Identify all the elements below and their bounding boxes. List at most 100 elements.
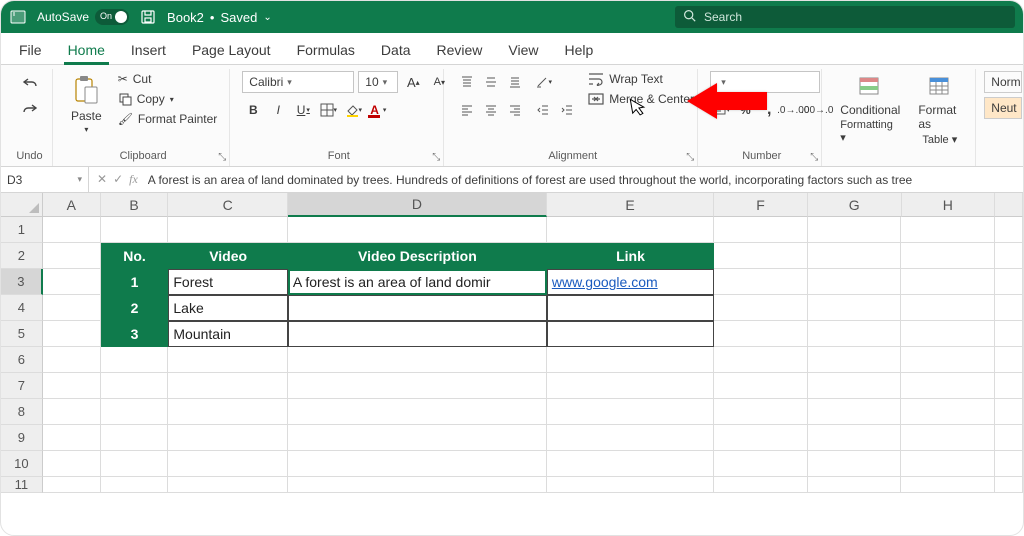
decrease-font-button[interactable]: A▾ bbox=[428, 71, 450, 93]
align-middle-button[interactable] bbox=[480, 71, 502, 93]
cell[interactable] bbox=[43, 373, 101, 399]
clipboard-launcher[interactable]: ⤡ bbox=[218, 152, 226, 163]
autosave-toggle[interactable]: AutoSave On bbox=[37, 9, 129, 25]
cell[interactable] bbox=[714, 217, 808, 243]
tab-insert[interactable]: Insert bbox=[127, 36, 170, 64]
cell[interactable] bbox=[43, 477, 101, 493]
name-box[interactable]: D3 ▾ bbox=[1, 167, 89, 192]
italic-button[interactable]: I bbox=[267, 99, 289, 121]
cell[interactable] bbox=[288, 451, 547, 477]
copy-button[interactable]: Copy▾ bbox=[114, 91, 222, 107]
table-header-no[interactable]: No. bbox=[101, 243, 169, 269]
cell[interactable] bbox=[714, 399, 808, 425]
cell[interactable] bbox=[288, 477, 547, 493]
paste-button[interactable]: Paste ▾ bbox=[65, 71, 108, 138]
cell[interactable] bbox=[901, 269, 995, 295]
col-header-b[interactable]: B bbox=[101, 193, 169, 217]
cell[interactable] bbox=[101, 451, 169, 477]
align-left-button[interactable] bbox=[456, 99, 478, 121]
row-header[interactable]: 3 bbox=[1, 269, 43, 295]
font-color-button[interactable]: A▾ bbox=[367, 99, 389, 121]
align-right-button[interactable] bbox=[504, 99, 526, 121]
cell[interactable] bbox=[714, 477, 808, 493]
spreadsheet-grid[interactable]: A B C D E F G H 1 2 No. Video Video Desc… bbox=[1, 193, 1023, 493]
cell[interactable] bbox=[288, 373, 547, 399]
cell[interactable] bbox=[168, 217, 288, 243]
row-header[interactable]: 1 bbox=[1, 217, 43, 243]
alignment-launcher[interactable]: ⤡ bbox=[686, 152, 694, 163]
cell[interactable] bbox=[901, 347, 995, 373]
conditional-formatting-button[interactable]: Conditional Formatting ▾ bbox=[834, 71, 906, 148]
cell[interactable] bbox=[901, 217, 995, 243]
cell[interactable] bbox=[547, 399, 714, 425]
col-header-g[interactable]: G bbox=[808, 193, 902, 217]
cell[interactable] bbox=[808, 217, 902, 243]
cell[interactable] bbox=[547, 373, 714, 399]
increase-indent-button[interactable] bbox=[556, 99, 578, 121]
cell[interactable] bbox=[995, 373, 1023, 399]
cell[interactable] bbox=[288, 399, 547, 425]
cell[interactable] bbox=[808, 347, 902, 373]
save-icon[interactable] bbox=[139, 8, 157, 26]
font-size-combo[interactable]: 10▾ bbox=[358, 71, 398, 93]
col-header-h[interactable]: H bbox=[902, 193, 996, 217]
cell[interactable] bbox=[808, 269, 902, 295]
cell[interactable] bbox=[901, 477, 995, 493]
cell[interactable] bbox=[714, 269, 808, 295]
cell[interactable] bbox=[714, 373, 808, 399]
cell[interactable] bbox=[43, 243, 101, 269]
table-cell[interactable] bbox=[288, 295, 547, 321]
table-cell[interactable]: www.google.com bbox=[547, 269, 714, 295]
formula-text[interactable]: A forest is an area of land dominated by… bbox=[148, 173, 1015, 187]
decrease-indent-button[interactable] bbox=[532, 99, 554, 121]
cell[interactable] bbox=[714, 321, 808, 347]
bold-button[interactable]: B bbox=[242, 99, 264, 121]
cell[interactable] bbox=[168, 451, 288, 477]
align-top-button[interactable] bbox=[456, 71, 478, 93]
cell[interactable] bbox=[288, 347, 547, 373]
cell[interactable] bbox=[808, 477, 902, 493]
cell[interactable] bbox=[995, 399, 1023, 425]
cell[interactable] bbox=[901, 425, 995, 451]
cell[interactable] bbox=[43, 321, 101, 347]
cell[interactable] bbox=[995, 295, 1023, 321]
cell[interactable] bbox=[808, 451, 902, 477]
cell[interactable] bbox=[288, 217, 547, 243]
cell[interactable] bbox=[43, 451, 101, 477]
col-header-d[interactable]: D bbox=[288, 193, 547, 217]
cell[interactable] bbox=[168, 425, 288, 451]
tab-file[interactable]: File bbox=[15, 36, 46, 64]
cell[interactable] bbox=[43, 347, 101, 373]
cut-button[interactable]: ✂Cut bbox=[114, 71, 222, 87]
cell[interactable] bbox=[101, 373, 169, 399]
tab-data[interactable]: Data bbox=[377, 36, 415, 64]
table-cell[interactable]: A forest is an area of land domir bbox=[288, 269, 547, 295]
cell[interactable] bbox=[714, 347, 808, 373]
col-header-c[interactable]: C bbox=[168, 193, 288, 217]
row-header[interactable]: 11 bbox=[1, 477, 43, 493]
cell[interactable] bbox=[901, 243, 995, 269]
cell[interactable] bbox=[901, 295, 995, 321]
cell[interactable] bbox=[808, 243, 902, 269]
cell[interactable] bbox=[547, 347, 714, 373]
table-header-video[interactable]: Video bbox=[168, 243, 288, 269]
increase-font-button[interactable]: A▴ bbox=[402, 71, 424, 93]
cell[interactable] bbox=[714, 243, 808, 269]
redo-button[interactable] bbox=[19, 97, 41, 119]
cell[interactable] bbox=[101, 347, 169, 373]
row-header[interactable]: 9 bbox=[1, 425, 43, 451]
col-header-e[interactable]: E bbox=[547, 193, 714, 217]
toggle-switch[interactable]: On bbox=[95, 9, 129, 25]
cell[interactable] bbox=[714, 425, 808, 451]
table-header-desc[interactable]: Video Description bbox=[288, 243, 547, 269]
cell[interactable] bbox=[901, 451, 995, 477]
enter-formula-icon[interactable]: ✓ bbox=[113, 172, 123, 187]
row-header[interactable]: 10 bbox=[1, 451, 43, 477]
cell[interactable] bbox=[43, 295, 101, 321]
format-as-table-button[interactable]: Format as Table ▾ bbox=[912, 71, 967, 150]
cell[interactable] bbox=[808, 399, 902, 425]
decrease-decimal-button[interactable]: .00→.0 bbox=[806, 99, 828, 121]
cell[interactable] bbox=[995, 243, 1023, 269]
align-center-button[interactable] bbox=[480, 99, 502, 121]
cell-style-normal[interactable]: Norm bbox=[984, 71, 1022, 93]
